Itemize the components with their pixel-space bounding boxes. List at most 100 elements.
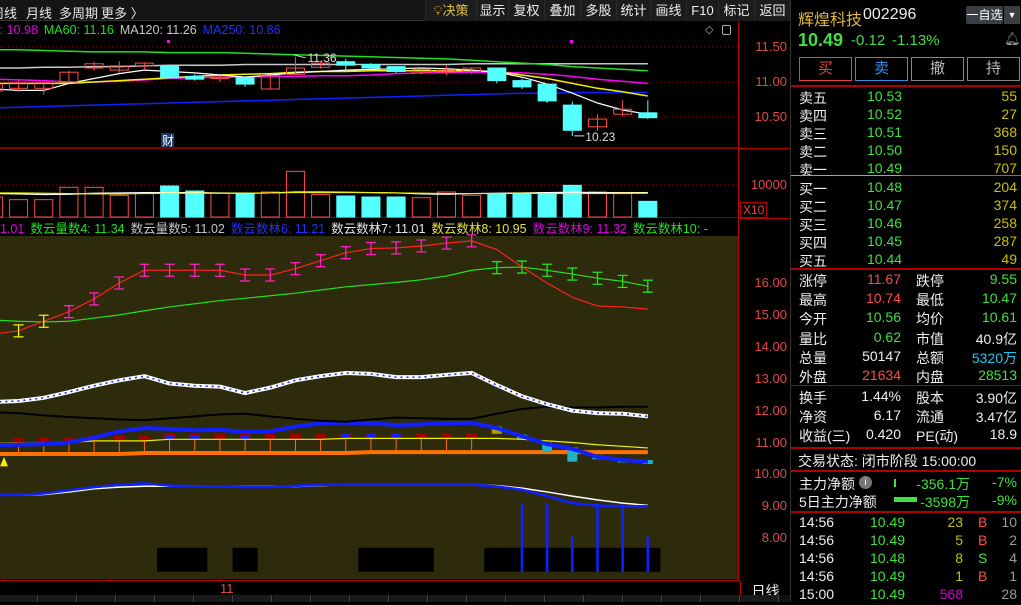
volume-tick: 10000 <box>750 177 787 192</box>
bottom-tab[interactable] <box>702 595 740 602</box>
bottom-tab[interactable] <box>273 595 311 602</box>
stat-value: 21634 <box>862 367 901 383</box>
bottom-tab[interactable] <box>741 595 779 602</box>
level-price: 10.47 <box>867 197 903 213</box>
tick-count: 1 <box>1009 568 1017 584</box>
bottom-tab[interactable] <box>429 595 467 602</box>
signal-block <box>157 547 208 572</box>
tick-volume: 23 <box>947 514 963 530</box>
indicator-tick: 13.00 <box>754 370 787 386</box>
stat-value: 11.67 <box>867 271 901 287</box>
ask-row[interactable]: 卖一 10.49 707 <box>791 159 1021 179</box>
ma-legend-item: MA250: 10.86 <box>202 23 281 37</box>
candle-body <box>587 118 607 128</box>
stat-row: 总量 50147 总额 5320万 <box>791 347 1021 367</box>
diamond-icon[interactable]: ◇ <box>705 23 713 36</box>
tick-side: B <box>978 532 988 548</box>
candle-body <box>134 62 154 67</box>
tick-price: 10.49 <box>870 532 906 548</box>
level-volume: 55 <box>1001 88 1017 104</box>
candle-body <box>0 83 3 92</box>
indicator-legend-item: 数云数林9: 11.32 <box>532 222 627 234</box>
tick-side: B <box>978 568 988 584</box>
bottom-tab[interactable] <box>234 595 272 602</box>
flow-amount: -3598万 <box>920 494 970 510</box>
signal-block <box>358 547 434 572</box>
ask-row[interactable]: 卖二 10.50 150 <box>791 141 1021 161</box>
bottom-tab[interactable] <box>585 595 623 602</box>
candle-body <box>361 64 381 69</box>
info-icon[interactable]: i <box>859 476 872 489</box>
bottom-tab[interactable] <box>468 595 506 602</box>
price-change: -0.12 <box>851 32 886 49</box>
candle-body <box>260 75 280 90</box>
ask-row[interactable]: 卖五 10.53 55 <box>791 87 1021 107</box>
bottom-tab[interactable] <box>78 595 116 602</box>
tick-row: 15:00 10.49 568 28 <box>791 585 1021 605</box>
bottom-tab[interactable] <box>39 595 77 602</box>
volume-bar <box>361 196 381 218</box>
sell-button[interactable]: 卖 <box>855 57 908 81</box>
bell-icon[interactable]: 🔔︎ <box>1004 31 1021 47</box>
candle-body <box>210 76 230 79</box>
stat-value: 9.55 <box>989 271 1017 287</box>
bottom-tab[interactable] <box>0 595 38 602</box>
volume-bar <box>9 199 29 218</box>
stat-value: 40.9亿 <box>975 330 1017 347</box>
flow-row: 5日主力净额 -3598万 -9% <box>791 491 1021 511</box>
volume-bar <box>0 196 3 218</box>
bottom-tab[interactable] <box>195 595 233 602</box>
candle-body <box>462 67 482 72</box>
candle-body <box>109 65 129 71</box>
ask-row[interactable]: 卖三 10.51 368 <box>791 123 1021 143</box>
finance-badge[interactable]: 财 <box>162 134 174 148</box>
back-button[interactable]: 返回 <box>754 0 790 21</box>
time-axis: 11 日线 <box>0 580 780 601</box>
price-tick: 11.00 <box>755 74 787 89</box>
bottom-tab[interactable] <box>663 595 701 602</box>
ask-row[interactable]: 卖四 10.52 27 <box>791 105 1021 125</box>
buy-button[interactable]: 买 <box>799 57 852 81</box>
indicator-tick: 10.00 <box>754 466 787 482</box>
level-price: 10.51 <box>867 124 903 140</box>
stat-label: 今开 <box>799 311 827 328</box>
stat-value: 1.44% <box>861 388 901 404</box>
level-volume: 27 <box>1001 106 1017 122</box>
watchlist-dropdown-icon[interactable]: ▼ <box>1004 6 1020 24</box>
bottom-tab[interactable] <box>117 595 155 602</box>
bottom-tab[interactable] <box>507 595 545 602</box>
stat-value: 50147 <box>862 347 901 364</box>
bottom-tab[interactable] <box>390 595 428 602</box>
add-watchlist-button[interactable]: 一自选 <box>966 6 1003 24</box>
event-marker <box>167 40 170 43</box>
level-price: 10.49 <box>867 160 903 176</box>
bid-row[interactable]: 买三 10.46 258 <box>791 214 1021 234</box>
bottom-tab[interactable] <box>351 595 389 602</box>
candle-body <box>411 68 431 74</box>
kline-chart[interactable]: 11.36 10.23 财 <box>0 0 738 595</box>
indicator-legend-item: 数云量数5: 11.02 <box>130 222 225 234</box>
volume-bar <box>260 191 280 218</box>
bid-row[interactable]: 买五 10.44 49 <box>791 250 1021 270</box>
holdings-button[interactable]: 持 <box>967 57 1020 81</box>
bottom-tab[interactable] <box>156 595 194 602</box>
volume-bar <box>84 186 104 218</box>
tick-price: 10.49 <box>870 568 906 584</box>
high-annotation: 11.36 <box>307 51 336 65</box>
stat-value: 28513 <box>978 367 1017 383</box>
volume-bar <box>285 170 305 218</box>
bottom-tab-strip[interactable] <box>0 595 790 602</box>
tick-time: 14:56 <box>799 550 835 566</box>
tick-price: 10.49 <box>870 514 906 530</box>
bottom-tab[interactable] <box>312 595 350 602</box>
tick-time: 14:56 <box>799 568 835 584</box>
cancel-order-button[interactable]: 撤 <box>911 57 964 81</box>
panel-toggle-icon[interactable] <box>722 25 731 35</box>
bottom-tab[interactable] <box>546 595 584 602</box>
indicator-legend-item: 数云数林10: - <box>632 222 708 234</box>
bid-row[interactable]: 买一 10.48 204 <box>791 178 1021 198</box>
bid-row[interactable]: 买二 10.47 374 <box>791 196 1021 216</box>
bottom-tab[interactable] <box>624 595 662 602</box>
level-price: 10.50 <box>867 142 903 158</box>
bid-row[interactable]: 买四 10.45 287 <box>791 232 1021 252</box>
